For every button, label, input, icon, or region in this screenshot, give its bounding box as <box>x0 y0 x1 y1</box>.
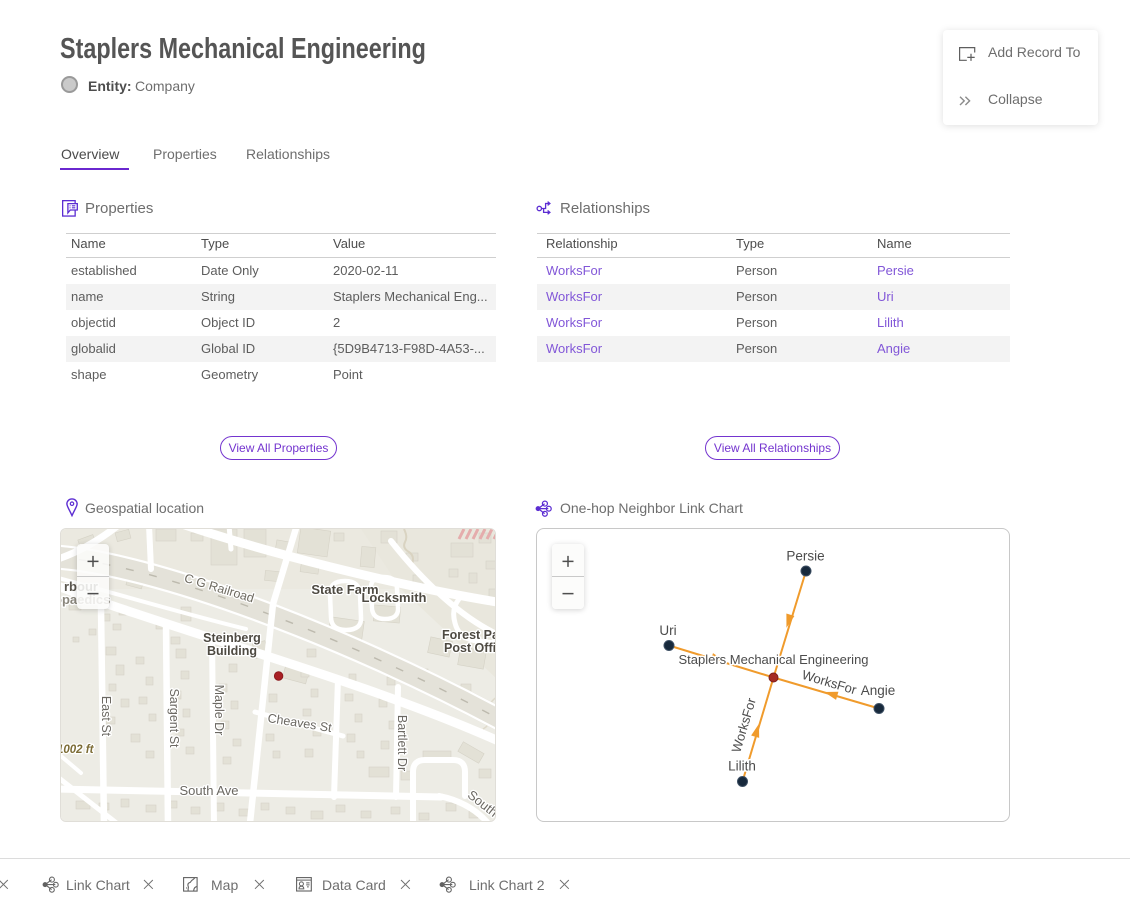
svg-text:Post Offic: Post Offic <box>444 641 496 655</box>
svg-text:East St: East St <box>99 696 113 737</box>
svg-text:Uri: Uri <box>659 623 676 638</box>
svg-text:South: South <box>465 787 496 820</box>
svg-text:Forest Par: Forest Par <box>442 628 496 642</box>
svg-text:Building: Building <box>207 644 257 658</box>
svg-text:Lilith: Lilith <box>728 759 756 774</box>
svg-text:Angie: Angie <box>861 683 896 698</box>
svg-text:Staplers Mechanical Engineerin: Staplers Mechanical Engineering <box>678 652 868 667</box>
svg-text:South Ave: South Ave <box>179 783 238 798</box>
svg-text:Sargent St: Sargent St <box>167 688 181 748</box>
svg-text:1002 ft: 1002 ft <box>61 744 95 756</box>
svg-text:Steinberg: Steinberg <box>203 631 261 645</box>
svg-text:Maple Dr: Maple Dr <box>212 685 226 736</box>
svg-text:C G Railroad: C G Railroad <box>183 571 256 606</box>
svg-text:Locksmith: Locksmith <box>361 590 426 605</box>
svg-text:Bartlett Dr: Bartlett Dr <box>395 715 409 771</box>
svg-text:WorksFor: WorksFor <box>729 696 760 755</box>
svg-text:Cheaves St: Cheaves St <box>267 711 334 735</box>
svg-text:Persie: Persie <box>786 549 824 564</box>
